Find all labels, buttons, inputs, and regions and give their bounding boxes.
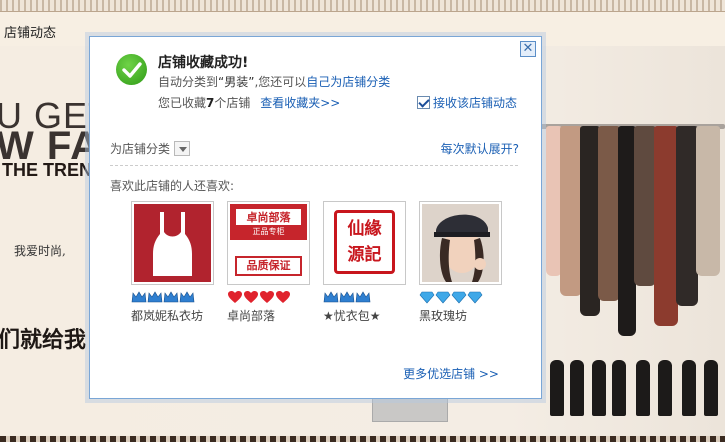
garment	[696, 126, 720, 276]
shoe	[682, 360, 696, 416]
store-card[interactable]: 黑玫瑰坊	[419, 201, 502, 324]
logo-line-2: 正品专柜	[252, 227, 285, 236]
auto-category-line: 自动分类到“男装”,您还可以自己为店铺分类	[158, 73, 390, 90]
seller-rank-badges	[227, 290, 310, 304]
collected-count-line: 您已收藏7个店铺 查看收藏夹>>	[158, 94, 340, 111]
model-photo-icon	[422, 204, 499, 282]
dashed-divider	[110, 165, 518, 166]
clothing-rack-image	[540, 96, 725, 426]
store-card[interactable]: 卓尚部落 正品专柜 品质保证 卓尚部落	[227, 201, 310, 324]
chevron-down-icon[interactable]	[174, 141, 191, 156]
hero-slogan: 我爱时尚,	[14, 244, 66, 258]
blue-diamond-icon	[419, 291, 483, 304]
expand-default-link[interactable]: 每次默认展开?	[441, 140, 519, 157]
model-photo	[422, 204, 499, 282]
collected-suffix: 个店铺	[214, 96, 251, 110]
custom-category-link[interactable]: 自己为店铺分类	[306, 75, 390, 89]
seal-text: 仙緣源記	[347, 219, 382, 265]
store-name[interactable]: 都岚妮私衣坊	[131, 307, 214, 324]
shoe	[612, 360, 626, 416]
also-like-label: 喜欢此店铺的人还喜欢:	[110, 179, 235, 193]
seller-rank-badges	[131, 290, 214, 304]
blue-crown-icon	[323, 291, 371, 303]
store-thumbnail[interactable]: 卓尚部落 正品专柜 品质保证	[227, 201, 310, 285]
tank-top-image	[134, 204, 211, 282]
seal-frame: 仙緣源記	[334, 210, 395, 274]
blue-crown-icon	[131, 291, 195, 303]
auto-category-value: “男装”	[218, 75, 255, 89]
garment	[560, 126, 582, 296]
category-selector[interactable]: 为店铺分类	[110, 140, 191, 157]
display-box	[372, 398, 448, 422]
close-icon: ✕	[522, 41, 534, 56]
top-lace-border	[0, 0, 725, 12]
auto-category-prefix: 自动分类到	[158, 75, 219, 89]
recommended-stores: 都岚妮私衣坊 卓尚部落 正品专柜 品质保证 卓尚部落 仙緣源記 ★忧衣包★ 黑玫…	[131, 201, 502, 324]
store-name[interactable]: ★忧衣包★	[323, 307, 406, 324]
shoe	[592, 360, 606, 416]
seal-logo: 仙緣源記	[326, 204, 403, 282]
dialog-title: 店铺收藏成功!	[158, 55, 249, 71]
garment	[598, 126, 620, 301]
store-thumbnail[interactable]	[131, 201, 214, 285]
store-card[interactable]: 仙緣源記 ★忧衣包★	[323, 201, 406, 324]
store-name[interactable]: 黑玫瑰坊	[419, 307, 502, 324]
red-heart-icon	[228, 291, 290, 303]
shoe	[704, 360, 718, 416]
store-thumbnail[interactable]	[419, 201, 502, 285]
store-name[interactable]: 卓尚部落	[227, 307, 310, 324]
tank-top-icon	[134, 204, 211, 282]
receive-updates-checkbox[interactable]	[417, 96, 430, 109]
garment	[676, 126, 698, 306]
favorite-success-dialog: ✕ 店铺收藏成功! 自动分类到“男装”,您还可以自己为店铺分类 您已收藏7个店铺…	[89, 36, 542, 399]
hero-headline-3: THE TREN	[2, 160, 92, 180]
receive-updates-label[interactable]: 接收该店铺动态	[433, 94, 517, 111]
bottom-lace-border	[0, 436, 725, 442]
store-logo: 卓尚部落 正品专柜 品质保证	[230, 204, 307, 282]
auto-category-middle: ,您还可以	[254, 75, 307, 89]
garment	[634, 126, 656, 286]
shoe	[550, 360, 564, 416]
garment	[654, 126, 678, 326]
store-thumbnail[interactable]: 仙緣源記	[323, 201, 406, 285]
more-stores-link[interactable]: 更多优选店铺 >>	[403, 365, 499, 382]
close-button[interactable]: ✕	[520, 41, 536, 57]
shoe	[658, 360, 672, 416]
shoe	[636, 360, 650, 416]
category-label: 为店铺分类	[110, 142, 171, 156]
nav-tab-store-updates[interactable]: 店铺动态	[4, 22, 56, 41]
seller-rank-badges	[419, 290, 502, 304]
logo-line-1: 卓尚部落	[236, 209, 301, 225]
receive-updates-option[interactable]: 接收该店铺动态	[417, 94, 517, 111]
shoe	[570, 360, 584, 416]
view-favorites-link[interactable]: 查看收藏夹>>	[260, 96, 340, 110]
store-card[interactable]: 都岚妮私衣坊	[131, 201, 214, 324]
success-check-icon	[116, 54, 147, 85]
logo-line-3: 品质保证	[235, 256, 302, 276]
hero-tagline: 们就给我	[0, 327, 87, 352]
seller-rank-badges	[323, 290, 406, 304]
garment	[580, 126, 600, 316]
collected-prefix: 您已收藏	[158, 96, 207, 110]
